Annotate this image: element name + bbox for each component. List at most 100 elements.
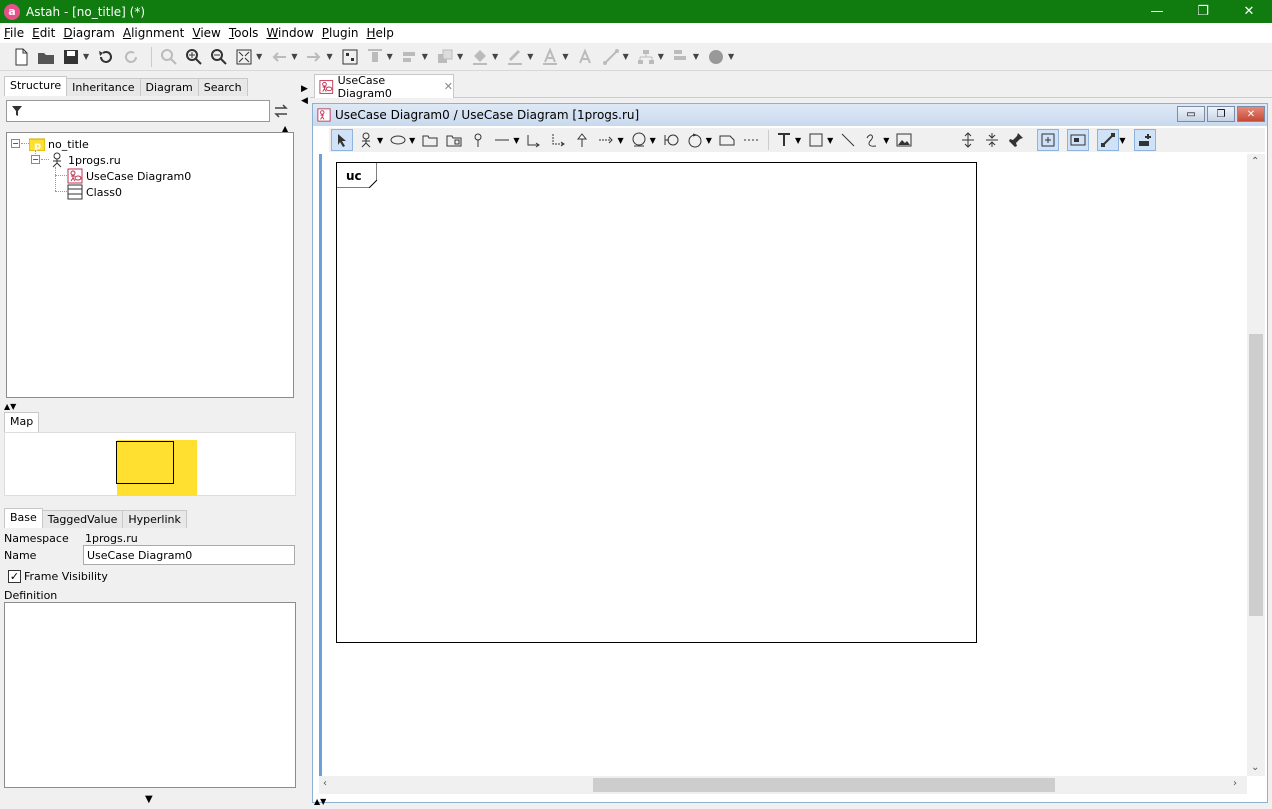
fill-color-icon[interactable]	[469, 46, 491, 68]
tree-layout-dropdown-icon[interactable]: ▼	[658, 52, 664, 61]
diagram-minimize-button[interactable]: ▭	[1177, 106, 1205, 122]
align-left-icon[interactable]	[399, 46, 421, 68]
doc-tab-usecase-diagram[interactable]: UseCase Diagram0 ✕	[314, 74, 454, 100]
boundary-dropdown-icon[interactable]: ▼	[650, 136, 656, 145]
tree-expander-root[interactable]: −	[11, 139, 20, 148]
diagram-layout-icon[interactable]	[339, 46, 361, 68]
back-dropdown-icon[interactable]: ▼	[291, 52, 297, 61]
tree-node-class[interactable]: Class0	[67, 184, 122, 200]
control-tool-icon[interactable]	[660, 129, 682, 151]
save-icon[interactable]	[60, 46, 82, 68]
frame-visibility-checkbox[interactable]: ✓	[8, 570, 21, 583]
scroll-left-icon[interactable]: ‹	[323, 778, 327, 789]
menu-tools[interactable]: Tools	[225, 26, 263, 40]
layout-options-icon[interactable]	[1133, 129, 1156, 151]
diagram-frame[interactable]: uc	[336, 162, 977, 643]
horizontal-scroll-thumb[interactable]	[593, 778, 1055, 792]
font-dropdown-icon[interactable]: ▼	[562, 52, 568, 61]
name-field[interactable]: UseCase Diagram0	[83, 545, 295, 565]
tree-expander-package[interactable]: −	[31, 155, 40, 164]
tree-node-usecase-diagram[interactable]: UseCase Diagram0	[67, 168, 191, 184]
dependency-dropdown-icon[interactable]: ▼	[617, 136, 623, 145]
dependency-tool-icon[interactable]	[595, 129, 617, 151]
vertical-scrollbar[interactable]: ⌃ ⌄	[1247, 154, 1265, 776]
fill-dropdown-icon[interactable]: ▼	[492, 52, 498, 61]
pin-icon[interactable]	[1005, 129, 1027, 151]
splitter-structure-map[interactable]: ▲▼	[4, 402, 16, 412]
line-routing-icon[interactable]	[1097, 129, 1120, 151]
shape-color-dropdown-icon[interactable]: ▼	[728, 52, 734, 61]
tab-base[interactable]: Base	[4, 508, 43, 528]
tab-search[interactable]: Search	[197, 78, 248, 96]
actor-tool-icon[interactable]	[355, 129, 377, 151]
entity-dropdown-icon[interactable]: ▼	[706, 136, 712, 145]
save-dropdown-icon[interactable]: ▼	[83, 52, 89, 61]
line-color-icon[interactable]	[504, 46, 526, 68]
zoom-dropdown-icon[interactable]: ▼	[256, 52, 262, 61]
menu-edit[interactable]: Edit	[28, 26, 59, 40]
zoom-in-icon[interactable]	[183, 46, 205, 68]
collapse-panel-icon[interactable]: ▼	[145, 794, 153, 805]
font-style-icon[interactable]	[575, 46, 597, 68]
redo-icon[interactable]	[120, 46, 142, 68]
usecase-tool-icon[interactable]	[387, 129, 409, 151]
extend-tool-icon[interactable]	[523, 129, 545, 151]
interface-tool-icon[interactable]	[467, 129, 489, 151]
note-anchor-tool-icon[interactable]	[740, 129, 762, 151]
entity-tool-icon[interactable]	[684, 129, 706, 151]
select-tool-icon[interactable]	[331, 129, 353, 151]
line-style-icon[interactable]	[600, 46, 622, 68]
forward-arrow-icon[interactable]	[303, 46, 325, 68]
minimize-button[interactable]: —	[1134, 0, 1180, 23]
diagram-restore-button[interactable]: ❐	[1207, 106, 1235, 122]
map-overview[interactable]	[4, 432, 296, 496]
close-button[interactable]: ✕	[1226, 0, 1272, 23]
tree-node-project[interactable]: p no_title	[29, 136, 89, 152]
tab-structure[interactable]: Structure	[4, 76, 68, 96]
close-tab-icon[interactable]: ✕	[444, 80, 453, 93]
zoom-out-icon[interactable]	[208, 46, 230, 68]
order-layers-icon[interactable]	[434, 46, 456, 68]
expand-left-icon[interactable]: ◀	[301, 96, 308, 106]
line-tool-icon[interactable]	[837, 129, 859, 151]
auto-resize-icon[interactable]	[1067, 129, 1090, 151]
menu-view[interactable]: View	[188, 26, 224, 40]
menu-plugin[interactable]: Plugin	[318, 26, 363, 40]
collapse-left-icon[interactable]: ▶	[301, 84, 308, 94]
freehand-tool-icon[interactable]	[861, 129, 883, 151]
restore-button[interactable]: ❐	[1180, 0, 1226, 23]
tree-node-package[interactable]: 1progs.ru	[49, 152, 121, 168]
diagram-canvas[interactable]: uc	[319, 154, 1247, 779]
expand-vertical-icon[interactable]	[957, 129, 979, 151]
menu-file[interactable]: File	[0, 26, 28, 40]
distribute-icon[interactable]	[670, 46, 692, 68]
menu-diagram[interactable]: Diagram	[59, 26, 119, 40]
menu-alignment[interactable]: Alignment	[119, 26, 189, 40]
text-tool-icon[interactable]	[773, 129, 795, 151]
bottom-splitter-arrows[interactable]: ▲▼	[314, 797, 326, 806]
generalization-tool-icon[interactable]	[571, 129, 593, 151]
line-color-dropdown-icon[interactable]: ▼	[527, 52, 533, 61]
tab-taggedvalue[interactable]: TaggedValue	[41, 510, 124, 528]
shrink-vertical-icon[interactable]	[981, 129, 1003, 151]
tab-hyperlink[interactable]: Hyperlink	[122, 510, 187, 528]
shape-color-icon[interactable]	[705, 46, 727, 68]
order-dropdown-icon[interactable]: ▼	[457, 52, 463, 61]
tab-map[interactable]: Map	[4, 412, 40, 432]
scroll-right-icon[interactable]: ›	[1233, 778, 1237, 789]
association-dropdown-icon[interactable]: ▼	[513, 136, 519, 145]
horizontal-scrollbar[interactable]: ‹ ›	[319, 776, 1247, 794]
usecase-dropdown-icon[interactable]: ▼	[409, 136, 415, 145]
boundary-tool-icon[interactable]	[628, 129, 650, 151]
rectangle-tool-icon[interactable]	[805, 129, 827, 151]
note-tool-icon[interactable]	[716, 129, 738, 151]
zoom-fit-icon[interactable]	[158, 46, 180, 68]
tab-diagram[interactable]: Diagram	[139, 78, 199, 96]
freehand-dropdown-icon[interactable]: ▼	[883, 136, 889, 145]
back-arrow-icon[interactable]	[268, 46, 290, 68]
scroll-down-icon[interactable]: ⌄	[1251, 762, 1259, 773]
distribute-dropdown-icon[interactable]: ▼	[693, 52, 699, 61]
open-folder-icon[interactable]	[35, 46, 57, 68]
tree-filter-input[interactable]	[6, 100, 270, 122]
actor-dropdown-icon[interactable]: ▼	[377, 136, 383, 145]
